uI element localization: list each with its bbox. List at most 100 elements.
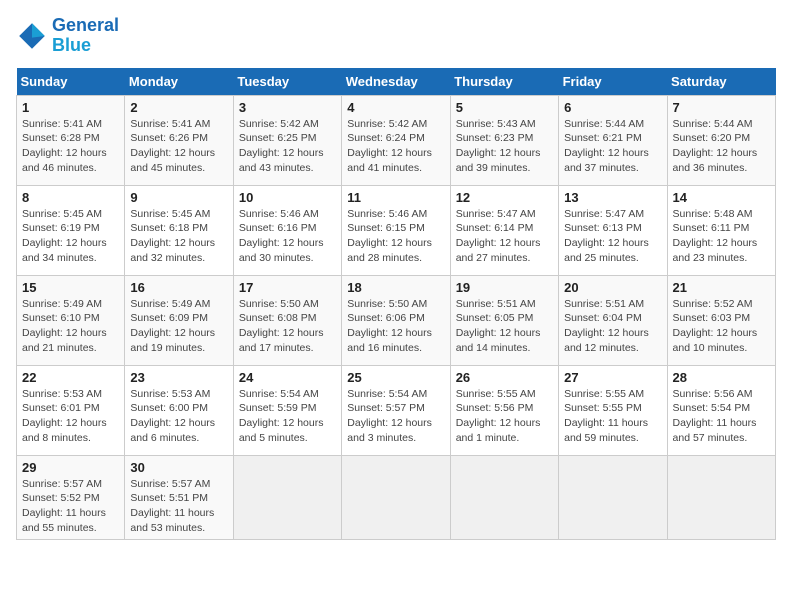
calendar-day-cell: 26 Sunrise: 5:55 AMSunset: 5:56 PMDaylig… — [450, 365, 558, 455]
calendar-day-cell — [450, 455, 558, 540]
page-header: General Blue — [16, 16, 776, 56]
day-info: Sunrise: 5:41 AMSunset: 6:28 PMDaylight:… — [22, 117, 119, 176]
calendar-week-row: 8 Sunrise: 5:45 AMSunset: 6:19 PMDayligh… — [17, 185, 776, 275]
calendar-day-cell: 21 Sunrise: 5:52 AMSunset: 6:03 PMDaylig… — [667, 275, 775, 365]
day-number: 1 — [22, 100, 119, 115]
day-number: 16 — [130, 280, 227, 295]
day-of-week-header: Monday — [125, 68, 233, 96]
day-info: Sunrise: 5:56 AMSunset: 5:54 PMDaylight:… — [673, 387, 770, 446]
day-number: 25 — [347, 370, 444, 385]
calendar-week-row: 22 Sunrise: 5:53 AMSunset: 6:01 PMDaylig… — [17, 365, 776, 455]
day-info: Sunrise: 5:54 AMSunset: 5:57 PMDaylight:… — [347, 387, 444, 446]
day-info: Sunrise: 5:52 AMSunset: 6:03 PMDaylight:… — [673, 297, 770, 356]
calendar-day-cell: 2 Sunrise: 5:41 AMSunset: 6:26 PMDayligh… — [125, 95, 233, 185]
day-number: 19 — [456, 280, 553, 295]
calendar-day-cell: 12 Sunrise: 5:47 AMSunset: 6:14 PMDaylig… — [450, 185, 558, 275]
day-number: 11 — [347, 190, 444, 205]
day-info: Sunrise: 5:50 AMSunset: 6:06 PMDaylight:… — [347, 297, 444, 356]
calendar-day-cell: 28 Sunrise: 5:56 AMSunset: 5:54 PMDaylig… — [667, 365, 775, 455]
day-number: 29 — [22, 460, 119, 475]
day-of-week-header: Saturday — [667, 68, 775, 96]
calendar-day-cell: 23 Sunrise: 5:53 AMSunset: 6:00 PMDaylig… — [125, 365, 233, 455]
calendar-day-cell — [233, 455, 341, 540]
calendar-day-cell: 15 Sunrise: 5:49 AMSunset: 6:10 PMDaylig… — [17, 275, 125, 365]
day-info: Sunrise: 5:45 AMSunset: 6:18 PMDaylight:… — [130, 207, 227, 266]
calendar-day-cell: 19 Sunrise: 5:51 AMSunset: 6:05 PMDaylig… — [450, 275, 558, 365]
calendar-day-cell: 9 Sunrise: 5:45 AMSunset: 6:18 PMDayligh… — [125, 185, 233, 275]
day-number: 9 — [130, 190, 227, 205]
day-number: 24 — [239, 370, 336, 385]
calendar-day-cell: 27 Sunrise: 5:55 AMSunset: 5:55 PMDaylig… — [559, 365, 667, 455]
calendar-day-cell: 29 Sunrise: 5:57 AMSunset: 5:52 PMDaylig… — [17, 455, 125, 540]
day-info: Sunrise: 5:49 AMSunset: 6:10 PMDaylight:… — [22, 297, 119, 356]
day-number: 20 — [564, 280, 661, 295]
calendar-day-cell: 17 Sunrise: 5:50 AMSunset: 6:08 PMDaylig… — [233, 275, 341, 365]
calendar-day-cell — [559, 455, 667, 540]
calendar-day-cell: 16 Sunrise: 5:49 AMSunset: 6:09 PMDaylig… — [125, 275, 233, 365]
calendar-day-cell: 10 Sunrise: 5:46 AMSunset: 6:16 PMDaylig… — [233, 185, 341, 275]
day-number: 5 — [456, 100, 553, 115]
calendar-week-row: 15 Sunrise: 5:49 AMSunset: 6:10 PMDaylig… — [17, 275, 776, 365]
day-number: 4 — [347, 100, 444, 115]
day-of-week-header: Friday — [559, 68, 667, 96]
calendar-day-cell: 18 Sunrise: 5:50 AMSunset: 6:06 PMDaylig… — [342, 275, 450, 365]
day-number: 6 — [564, 100, 661, 115]
calendar-day-cell — [342, 455, 450, 540]
day-number: 26 — [456, 370, 553, 385]
day-info: Sunrise: 5:50 AMSunset: 6:08 PMDaylight:… — [239, 297, 336, 356]
day-info: Sunrise: 5:57 AMSunset: 5:52 PMDaylight:… — [22, 477, 119, 536]
day-info: Sunrise: 5:55 AMSunset: 5:56 PMDaylight:… — [456, 387, 553, 446]
day-of-week-header: Sunday — [17, 68, 125, 96]
day-info: Sunrise: 5:53 AMSunset: 6:01 PMDaylight:… — [22, 387, 119, 446]
day-info: Sunrise: 5:44 AMSunset: 6:21 PMDaylight:… — [564, 117, 661, 176]
day-number: 17 — [239, 280, 336, 295]
calendar-day-cell: 25 Sunrise: 5:54 AMSunset: 5:57 PMDaylig… — [342, 365, 450, 455]
day-number: 22 — [22, 370, 119, 385]
day-info: Sunrise: 5:54 AMSunset: 5:59 PMDaylight:… — [239, 387, 336, 446]
logo-icon — [16, 20, 48, 52]
day-info: Sunrise: 5:47 AMSunset: 6:14 PMDaylight:… — [456, 207, 553, 266]
day-number: 7 — [673, 100, 770, 115]
day-number: 28 — [673, 370, 770, 385]
calendar-day-cell: 3 Sunrise: 5:42 AMSunset: 6:25 PMDayligh… — [233, 95, 341, 185]
day-of-week-header: Thursday — [450, 68, 558, 96]
day-number: 30 — [130, 460, 227, 475]
header-row: SundayMondayTuesdayWednesdayThursdayFrid… — [17, 68, 776, 96]
day-info: Sunrise: 5:43 AMSunset: 6:23 PMDaylight:… — [456, 117, 553, 176]
logo-text: General Blue — [52, 16, 119, 56]
day-info: Sunrise: 5:51 AMSunset: 6:04 PMDaylight:… — [564, 297, 661, 356]
calendar-day-cell: 5 Sunrise: 5:43 AMSunset: 6:23 PMDayligh… — [450, 95, 558, 185]
day-number: 13 — [564, 190, 661, 205]
calendar-day-cell: 4 Sunrise: 5:42 AMSunset: 6:24 PMDayligh… — [342, 95, 450, 185]
day-number: 15 — [22, 280, 119, 295]
day-info: Sunrise: 5:44 AMSunset: 6:20 PMDaylight:… — [673, 117, 770, 176]
calendar-day-cell: 20 Sunrise: 5:51 AMSunset: 6:04 PMDaylig… — [559, 275, 667, 365]
day-number: 2 — [130, 100, 227, 115]
day-of-week-header: Wednesday — [342, 68, 450, 96]
day-info: Sunrise: 5:47 AMSunset: 6:13 PMDaylight:… — [564, 207, 661, 266]
day-number: 8 — [22, 190, 119, 205]
calendar-day-cell: 14 Sunrise: 5:48 AMSunset: 6:11 PMDaylig… — [667, 185, 775, 275]
day-info: Sunrise: 5:53 AMSunset: 6:00 PMDaylight:… — [130, 387, 227, 446]
day-info: Sunrise: 5:46 AMSunset: 6:16 PMDaylight:… — [239, 207, 336, 266]
day-number: 10 — [239, 190, 336, 205]
logo: General Blue — [16, 16, 119, 56]
day-info: Sunrise: 5:57 AMSunset: 5:51 PMDaylight:… — [130, 477, 227, 536]
calendar-day-cell: 30 Sunrise: 5:57 AMSunset: 5:51 PMDaylig… — [125, 455, 233, 540]
calendar-day-cell: 6 Sunrise: 5:44 AMSunset: 6:21 PMDayligh… — [559, 95, 667, 185]
calendar-week-row: 29 Sunrise: 5:57 AMSunset: 5:52 PMDaylig… — [17, 455, 776, 540]
calendar-table: SundayMondayTuesdayWednesdayThursdayFrid… — [16, 68, 776, 541]
day-info: Sunrise: 5:48 AMSunset: 6:11 PMDaylight:… — [673, 207, 770, 266]
day-info: Sunrise: 5:42 AMSunset: 6:25 PMDaylight:… — [239, 117, 336, 176]
calendar-day-cell: 1 Sunrise: 5:41 AMSunset: 6:28 PMDayligh… — [17, 95, 125, 185]
day-info: Sunrise: 5:51 AMSunset: 6:05 PMDaylight:… — [456, 297, 553, 356]
day-number: 23 — [130, 370, 227, 385]
calendar-week-row: 1 Sunrise: 5:41 AMSunset: 6:28 PMDayligh… — [17, 95, 776, 185]
calendar-day-cell: 7 Sunrise: 5:44 AMSunset: 6:20 PMDayligh… — [667, 95, 775, 185]
calendar-day-cell: 24 Sunrise: 5:54 AMSunset: 5:59 PMDaylig… — [233, 365, 341, 455]
day-of-week-header: Tuesday — [233, 68, 341, 96]
day-info: Sunrise: 5:55 AMSunset: 5:55 PMDaylight:… — [564, 387, 661, 446]
day-info: Sunrise: 5:42 AMSunset: 6:24 PMDaylight:… — [347, 117, 444, 176]
calendar-day-cell — [667, 455, 775, 540]
calendar-day-cell: 11 Sunrise: 5:46 AMSunset: 6:15 PMDaylig… — [342, 185, 450, 275]
